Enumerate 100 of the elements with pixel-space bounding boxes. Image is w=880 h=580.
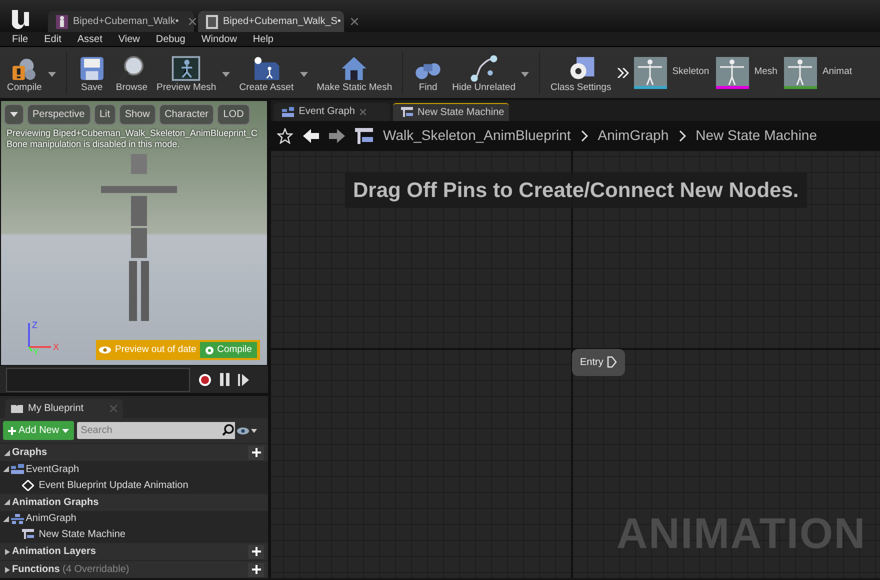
viewport-button[interactable]: Perspective: [26, 104, 91, 125]
timeline-field[interactable]: [6, 368, 190, 392]
expand-arrow-icon[interactable]: [4, 450, 10, 456]
tree-item[interactable]: EventGraph: [26, 462, 80, 477]
caret-icon[interactable]: [48, 72, 56, 77]
exec-pin-icon: [607, 356, 618, 368]
viewport[interactable]: Perspective Lit Show Character LOD Previewing Biped+Cubeman_Walk_Skeleton_AnimBlueprint_C Bone manipulation is disabled in this mode. Z X Y Preview out of date Compile: [0, 100, 268, 366]
panel-tab-label: My Blueprint: [28, 402, 84, 416]
plus-icon: [252, 547, 260, 556]
back-arrow-icon[interactable]: [303, 128, 319, 144]
graph-icon: [10, 464, 24, 474]
document-tab[interactable]: Biped+Cubeman_Walk•: [48, 11, 194, 32]
close-icon[interactable]: [360, 108, 366, 115]
expand-arrow-icon[interactable]: [4, 566, 10, 573]
menu-item[interactable]: Window: [201, 32, 237, 46]
warning-text: Preview out of date: [115, 343, 196, 357]
mode-label: Mesh: [754, 65, 778, 80]
chevron-icon: [678, 130, 686, 142]
tab-label: Biped+Cubeman_Walk_S•: [223, 15, 341, 29]
figure-picture-icon: [171, 55, 202, 82]
plus-icon: [252, 565, 260, 574]
add-button[interactable]: [248, 446, 264, 460]
search-icon[interactable]: [220, 422, 235, 440]
state-machine-icon: [400, 107, 412, 118]
toolbar-button[interactable]: Make Static Mesh: [314, 55, 396, 94]
toolbar-button[interactable]: Compile: [4, 55, 59, 94]
state-graph-icon: [10, 514, 24, 524]
toolbar-button[interactable]: Preview Mesh: [154, 55, 234, 94]
toolbar-button[interactable]: Class Settings: [547, 55, 614, 94]
caret-icon[interactable]: [300, 72, 308, 77]
record-icon[interactable]: [198, 372, 212, 386]
viewport-button[interactable]: Lit: [94, 104, 116, 125]
section-note: (4 Overridable): [62, 563, 130, 578]
figure-icon: [56, 14, 68, 28]
expand-arrow-icon[interactable]: [4, 499, 10, 506]
menu-item[interactable]: Edit: [44, 32, 62, 46]
pause-icon[interactable]: [220, 373, 230, 386]
graph-tab[interactable]: New State Machine: [392, 102, 508, 121]
expand-arrow-icon[interactable]: [2, 466, 9, 472]
section-header[interactable]: Graphs: [12, 445, 48, 460]
section-header[interactable]: Functions: [12, 562, 60, 578]
viewport-button[interactable]: Character: [158, 104, 214, 125]
add-button[interactable]: [248, 562, 264, 577]
forward-arrow-icon[interactable]: [329, 128, 345, 144]
menu-item[interactable]: Asset: [77, 32, 102, 46]
breadcrumb[interactable]: New State Machine: [696, 125, 818, 146]
viewport-message: Previewing Biped+Cubeman_Walk_Skeleton_AnimBlueprint_C: [6, 128, 259, 138]
diamond-icon: [22, 480, 34, 491]
add-button[interactable]: [248, 544, 264, 559]
mode-label: Skeleton: [672, 65, 710, 80]
caret-icon: [10, 112, 18, 117]
eye-icon[interactable]: [237, 426, 258, 435]
chevrons-icon[interactable]: [617, 68, 630, 78]
mode-button[interactable]: Skeleton: [632, 56, 712, 88]
mode-label: Animat: [822, 65, 852, 80]
toolbar-button[interactable]: Hide Unrelated: [449, 55, 532, 94]
step-forward-icon[interactable]: [238, 374, 249, 386]
breadcrumb[interactable]: AnimGraph: [598, 125, 669, 146]
search-field[interactable]: Search: [76, 422, 221, 440]
menu-item[interactable]: File: [12, 32, 28, 46]
plus-icon: [252, 448, 260, 458]
tree-item[interactable]: Event Blueprint Update Animation: [38, 478, 188, 493]
panel-tab[interactable]: My Blueprint: [5, 398, 123, 418]
caret-icon: [62, 428, 69, 433]
tab-label: Biped+Cubeman_Walk•: [73, 15, 179, 29]
tree-item[interactable]: AnimGraph: [26, 511, 76, 526]
graph-tab[interactable]: Event Graph: [274, 102, 390, 121]
menu-item[interactable]: Help: [252, 32, 274, 46]
toolbar-button[interactable]: Find: [410, 55, 446, 94]
mode-button[interactable]: Animat: [782, 56, 854, 88]
caret-icon[interactable]: [222, 72, 230, 77]
dropdown-button[interactable]: [4, 104, 24, 125]
tree-item[interactable]: New State Machine: [38, 526, 126, 542]
mode-button[interactable]: Mesh: [714, 56, 780, 88]
breadcrumb[interactable]: Walk_Skeleton_AnimBlueprint: [383, 125, 571, 146]
star-icon[interactable]: [277, 128, 293, 144]
toolbar-button[interactable]: Browse: [112, 55, 151, 94]
close-icon[interactable]: [350, 18, 358, 25]
state-machine-icon[interactable]: [355, 128, 373, 144]
expand-arrow-icon[interactable]: [4, 548, 10, 555]
toolbar-button[interactable]: Save: [74, 55, 110, 94]
plus-icon: [8, 426, 16, 435]
state-machine-icon: [22, 528, 34, 540]
graph-icon: [282, 106, 294, 117]
toolbar-button[interactable]: Create Asset: [236, 55, 311, 94]
menu-item[interactable]: Debug: [156, 32, 186, 46]
eye-icon: [99, 346, 111, 354]
axis-gizmo-drawing: Z X Y: [23, 319, 63, 355]
viewport-message: Bone manipulation is disabled in this mode.: [6, 138, 181, 150]
entry-node[interactable]: Entry: [572, 348, 626, 376]
book-icon: [11, 404, 23, 413]
expand-arrow-icon[interactable]: [2, 516, 9, 522]
viewport-button[interactable]: LOD: [217, 104, 250, 125]
node-graph-icon: [468, 55, 499, 82]
close-icon[interactable]: [188, 18, 196, 25]
caret-icon[interactable]: [521, 72, 530, 77]
chevron-icon: [580, 130, 588, 142]
menu-item[interactable]: View: [118, 32, 140, 46]
hint-text: Drag Off Pins to Create/Connect New Nodes.: [345, 172, 807, 208]
viewport-button[interactable]: Show: [118, 104, 156, 125]
